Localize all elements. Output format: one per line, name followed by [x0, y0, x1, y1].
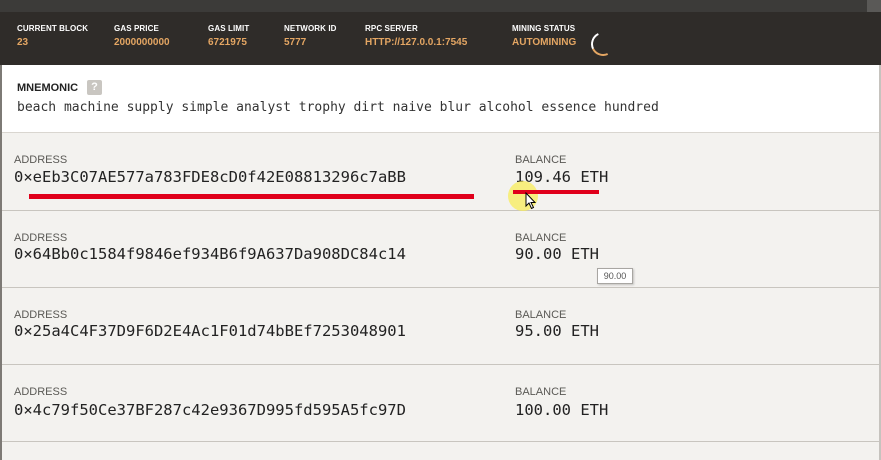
- account-balance: 95.00 ETH: [515, 322, 599, 340]
- stat-label: MINING STATUS: [512, 24, 576, 33]
- stat-value: 23: [17, 37, 29, 48]
- stat-value: HTTP://127.0.0.1:7545: [365, 37, 468, 48]
- stat-value: 6721975: [208, 37, 247, 48]
- stat-value: AUTOMINING: [512, 37, 577, 48]
- address-label: ADDRESS: [14, 386, 68, 398]
- stat-label: RPC SERVER: [365, 24, 418, 33]
- window-control[interactable]: [867, 0, 881, 12]
- stat-gas-price: GAS PRICE 2000000000: [114, 24, 170, 49]
- mnemonic-title: MNEMONIC: [17, 82, 79, 94]
- account-row: ADDRESS 0×4c79f50Ce37BF287c42e9367D995fd…: [2, 365, 881, 442]
- status-bar: CURRENT BLOCK 23 GAS PRICE 2000000000 GA…: [0, 12, 881, 65]
- window-top-strip: [0, 0, 881, 12]
- mining-spinner-icon: [587, 28, 619, 60]
- mnemonic-panel: MNEMONIC ? beach machine supply simple a…: [2, 65, 881, 133]
- stat-gas-limit: GAS LIMIT 6721975: [208, 24, 249, 49]
- account-balance: 100.00 ETH: [515, 401, 609, 419]
- account-address: 0×4c79f50Ce37BF287c42e9367D995fd595A5fc9…: [14, 401, 406, 419]
- stat-mining-status: MINING STATUS AUTOMINING: [512, 24, 576, 49]
- stat-rpc-server: RPC SERVER HTTP://127.0.0.1:7545: [365, 24, 467, 49]
- address-label: ADDRESS: [14, 154, 68, 166]
- balance-label: BALANCE: [515, 309, 567, 321]
- balance-tooltip: 90.00: [597, 268, 633, 284]
- address-label: ADDRESS: [14, 232, 68, 244]
- mnemonic-words: beach machine supply simple analyst trop…: [17, 100, 659, 115]
- account-address: 0×eEb3C07AE577a783FDE8cD0f42E08813296c7a…: [14, 168, 406, 186]
- stat-label: NETWORK ID: [284, 24, 337, 33]
- address-underline-annotation: [29, 194, 474, 199]
- account-balance: 90.00 ETH: [515, 245, 599, 263]
- account-row: ADDRESS 0×eEb3C07AE577a783FDE8cD0f42E088…: [2, 134, 881, 211]
- stat-current-block: CURRENT BLOCK 23: [17, 24, 88, 49]
- stat-label: GAS LIMIT: [208, 24, 250, 33]
- stat-network-id: NETWORK ID 5777: [284, 24, 337, 49]
- account-row: ADDRESS 0×25a4C4F37D9F6D2E4Ac1F01d74bBEf…: [2, 288, 881, 365]
- balance-label: BALANCE: [515, 154, 567, 166]
- help-icon[interactable]: ?: [87, 80, 102, 95]
- stat-value: 2000000000: [114, 37, 170, 48]
- stat-value: 5777: [284, 37, 307, 48]
- account-address: 0×25a4C4F37D9F6D2E4Ac1F01d74bBEf72530489…: [14, 322, 406, 340]
- address-label: ADDRESS: [14, 309, 68, 321]
- balance-label: BALANCE: [515, 386, 567, 398]
- mouse-pointer-icon: [525, 192, 537, 210]
- account-row: ADDRESS 0×64Bb0c1584f9846ef934B6f9A637Da…: [2, 211, 881, 288]
- stat-label: GAS PRICE: [114, 24, 159, 33]
- stat-label: CURRENT BLOCK: [17, 24, 89, 33]
- balance-label: BALANCE: [515, 232, 567, 244]
- account-address: 0×64Bb0c1584f9846ef934B6f9A637Da908DC84c…: [14, 245, 406, 263]
